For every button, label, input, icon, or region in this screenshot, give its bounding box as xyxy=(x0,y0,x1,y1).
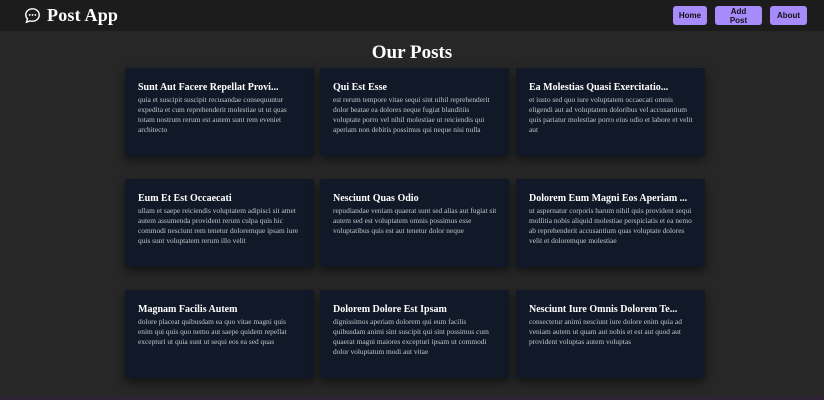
post-title: Nesciunt Iure Omnis Dolorem Te... xyxy=(529,304,678,315)
home-button[interactable]: Home xyxy=(673,6,707,25)
about-button[interactable]: About xyxy=(770,6,807,25)
post-title: Ea Molestias Quasi Exercitatio... xyxy=(529,82,669,93)
post-card[interactable]: Qui Est Esse est rerum tempore vitae seq… xyxy=(320,68,509,156)
chat-bubble-icon xyxy=(25,8,40,24)
post-title: Dolorem Dolore Est Ipsam xyxy=(333,304,447,315)
post-title: Nesciunt Quas Odio xyxy=(333,193,419,204)
post-title: Dolorem Eum Magni Eos Aperiam ... xyxy=(529,193,688,204)
post-title: Eum Et Est Occaecati xyxy=(138,193,232,204)
post-card[interactable]: Nesciunt Quas Odio repudiandae veniam qu… xyxy=(320,179,509,267)
post-card[interactable]: Ea Molestias Quasi Exercitatio... et ius… xyxy=(516,68,705,156)
post-card[interactable]: Dolorem Eum Magni Eos Aperiam ... ut asp… xyxy=(516,179,705,267)
app-title: Post App xyxy=(47,5,119,25)
post-body: ut aspernatur corporis harum nihil quis … xyxy=(529,206,692,245)
post-body: quia et suscipit suscipit recusandae con… xyxy=(138,95,287,134)
post-body: repudiandae veniam quaerat sunt sed alia… xyxy=(333,206,497,235)
post-card[interactable]: Dolorem Dolore Est Ipsam dignissimos ape… xyxy=(320,290,509,378)
post-title: Qui Est Esse xyxy=(333,82,387,93)
post-card[interactable]: Sunt Aut Facere Repellat Provi... quia e… xyxy=(125,68,314,156)
post-card[interactable]: Nesciunt Iure Omnis Dolorem Te... consec… xyxy=(516,290,705,378)
footer-bar xyxy=(0,396,824,400)
navbar: Post App Home Add Post About xyxy=(0,0,824,31)
page-title: Our Posts xyxy=(371,42,453,63)
main-content: Our Posts Sunt Aut Facere Repellat Provi… xyxy=(0,31,824,400)
nav-buttons: Home Add Post About xyxy=(673,6,807,25)
post-body: et iusto sed quo iure voluptatem occaeca… xyxy=(529,95,693,134)
post-title: Magnam Facilis Autem xyxy=(138,304,238,315)
post-body: est rerum tempore vitae sequi sint nihil… xyxy=(333,95,490,134)
post-title: Sunt Aut Facere Repellat Provi... xyxy=(138,82,279,93)
post-body: dolore placeat quibusdam ea quo vitae ma… xyxy=(138,317,287,346)
post-card[interactable]: Eum Et Est Occaecati ullam et saepe reic… xyxy=(125,179,314,267)
post-body: ullam et saepe reiciendis voluptatem adi… xyxy=(138,206,299,245)
post-body: consectetur animi nesciunt iure dolore e… xyxy=(529,317,682,346)
post-body: dignissimos aperiam dolorem qui eum faci… xyxy=(333,317,489,356)
brand[interactable]: Post App xyxy=(24,5,118,26)
post-card[interactable]: Magnam Facilis Autem dolore placeat quib… xyxy=(125,290,314,378)
add-post-button[interactable]: Add Post xyxy=(715,6,762,25)
